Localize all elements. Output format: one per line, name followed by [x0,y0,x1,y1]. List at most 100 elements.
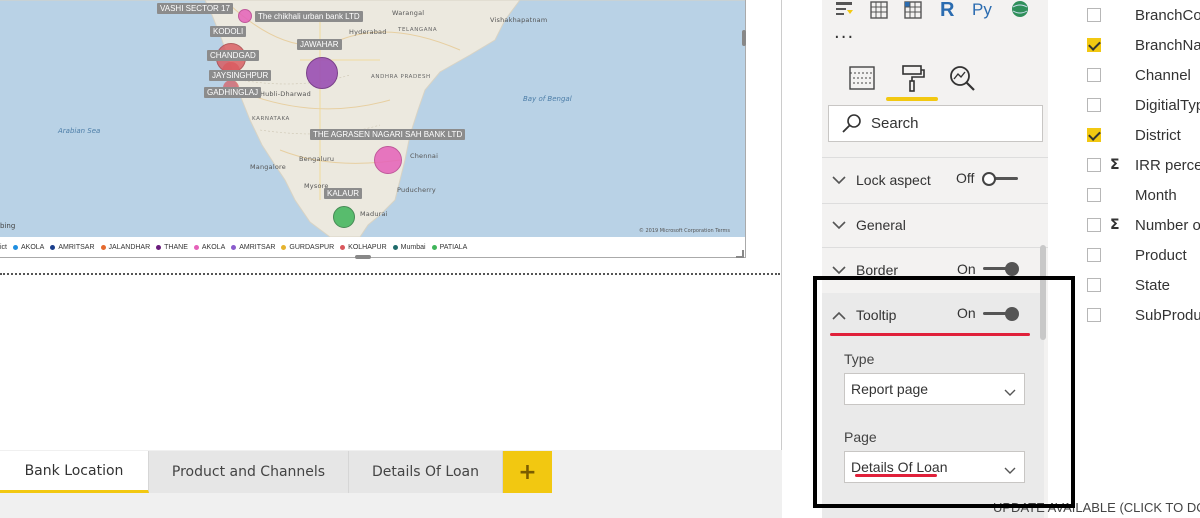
field-checkbox[interactable] [1087,278,1101,292]
map-bubble[interactable] [238,9,252,23]
legend-item[interactable]: AMRITSAR [50,244,95,251]
table-icon[interactable] [870,0,888,20]
tooltip-page-label: Page [844,429,877,445]
format-paint-roller-icon[interactable] [896,62,928,94]
city-label: Bengaluru [299,155,335,163]
field-checkbox[interactable] [1087,188,1101,202]
field-checkbox[interactable] [1087,38,1101,52]
tooltip-page-dropdown[interactable]: Details Of Loan [844,451,1025,483]
fields-tab-icon[interactable] [846,62,878,94]
legend-item[interactable]: KOLHAPUR [340,244,387,251]
bing-attribution: bing [0,222,16,230]
state-label: ANDHRA PRADESH [371,74,431,80]
more-visuals-button[interactable]: ... [834,22,854,43]
lock-aspect-state: Off [956,170,975,186]
fields-list: BranchCode BranchName Channel DigitialTy… [1048,0,1200,518]
chevron-down-icon [832,175,846,185]
field-name: State [1135,276,1171,294]
add-page-button[interactable]: + [503,451,552,493]
chevron-down-icon [832,220,846,230]
map-visual[interactable]: Warangal Vishakhapatnam Hyderabad Telang… [0,0,746,259]
field-checkbox[interactable] [1087,128,1101,142]
r-visual-icon[interactable]: R [940,0,954,21]
tab-details-of-loan[interactable]: Details Of Loan [349,451,503,493]
legend-item[interactable]: AKOLA [193,244,225,251]
bubble-label: CHANDGAD [207,50,259,61]
field-name: BranchName [1135,36,1200,54]
chevron-down-icon [1004,462,1016,478]
report-canvas: Warangal Vishakhapatnam Hyderabad Telang… [0,0,782,450]
format-search-input[interactable]: Search [828,105,1043,142]
tooltip-type-dropdown[interactable]: Report page [844,373,1025,405]
border-toggle[interactable] [981,262,1019,276]
field-checkbox[interactable] [1087,98,1101,112]
legend-item[interactable]: AKOLA [13,244,44,251]
legend-item[interactable]: AMRITSAR [231,244,275,251]
legend-item[interactable]: JALANDHAR [100,244,150,251]
pane-scrollbar[interactable] [1040,245,1046,340]
pane-gutter [782,0,822,518]
divider [822,203,1048,204]
active-tab-indicator [886,97,938,101]
divider [822,247,1048,248]
lock-aspect-toggle[interactable] [982,172,1020,186]
card-label: Tooltip [856,307,897,323]
bubble-label: JAYSINGHPUR [209,70,272,81]
tooltip-state: On [957,305,976,321]
city-label: Hyderabad [349,28,387,36]
legend-item[interactable]: Mumbai [392,244,426,251]
map-bubble[interactable] [374,146,402,174]
field-name: District [1135,126,1181,144]
chevron-down-icon [1004,384,1016,400]
city-label: Warangal [392,9,425,17]
search-placeholder: Search [871,115,919,132]
field-name: Channel [1135,66,1191,84]
field-name: SubProduct [1135,306,1200,324]
resize-corner-handle[interactable] [736,250,744,258]
field-name: Product [1135,246,1187,264]
card-general[interactable]: General [822,205,1042,245]
tab-product-and-channels[interactable]: Product and Channels [149,451,349,493]
globe-icon[interactable] [1010,0,1030,20]
border-state: On [957,261,976,277]
legend-item[interactable]: THANE [156,244,188,251]
legend-item[interactable]: PATIALA [431,244,467,251]
legend-item[interactable]: GURDASPUR [281,244,334,251]
city-label: Puducherry [397,186,436,194]
dropdown-value: Report page [851,381,929,397]
map-area[interactable]: Warangal Vishakhapatnam Hyderabad Telang… [0,0,746,237]
bubble-label: THE AGRASEN NAGARI SAH BANK LTD [310,129,466,140]
tab-bank-location[interactable]: Bank Location [0,451,149,493]
field-name: Number of [1135,216,1200,234]
field-checkbox[interactable] [1087,158,1101,172]
slicer-icon[interactable] [834,0,854,20]
sigma-icon: Σ [1110,217,1120,233]
field-checkbox[interactable] [1087,308,1101,322]
visual-border [0,257,746,258]
legend-title: ict [0,243,7,251]
map-copyright[interactable]: © 2019 Microsoft Corporation Terms [639,228,730,234]
annotation-underline [830,333,1030,336]
field-checkbox[interactable] [1087,68,1101,82]
resize-handle[interactable] [355,255,371,259]
search-icon [842,113,861,133]
map-bubble[interactable] [306,57,338,89]
field-checkbox[interactable] [1087,8,1101,22]
resize-handle[interactable] [742,30,746,46]
page-boundary [0,273,780,275]
analytics-magnifier-icon[interactable] [946,62,978,94]
map-bubble[interactable] [333,206,355,228]
field-checkbox[interactable] [1087,248,1101,262]
card-label: Lock aspect [856,172,931,188]
bubble-label: JAWAHAR [297,39,342,50]
divider [822,157,1048,158]
visualizations-pane: R Py ... Search Lock aspect Off General … [822,0,1048,518]
tooltip-toggle[interactable] [981,307,1019,321]
python-visual-icon[interactable]: Py [972,0,992,20]
field-name: BranchCode [1135,6,1200,24]
city-label: Mangalore [250,163,286,171]
dropdown-value: Details Of Loan [851,459,948,475]
matrix-icon[interactable] [904,0,922,20]
field-checkbox[interactable] [1087,218,1101,232]
update-available-banner[interactable]: UPDATE AVAILABLE (CLICK TO DOWNLOAD) [993,496,1200,518]
